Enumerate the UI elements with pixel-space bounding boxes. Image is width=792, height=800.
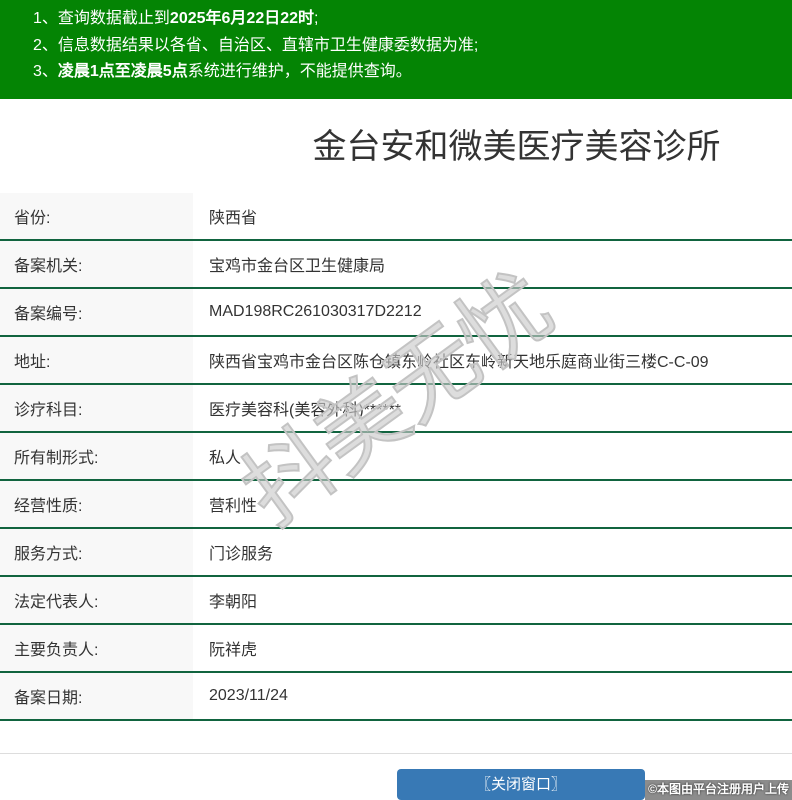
notice-text: 凌晨1点至凌晨5点 [57,63,188,80]
field-label: 经营性质: [0,481,193,527]
table-row: 所有制形式: 私人 [0,433,792,481]
field-value: 营利性 [209,498,258,515]
field-label: 备案编号: [0,289,193,335]
table-row: 地址: 陕西省宝鸡市金台区陈仓镇东岭社区东岭新天地乐庭商业街三楼C-C-09 [0,337,792,385]
field-value: 2023/11/24 [209,687,288,704]
field-value: 门诊服务 [209,546,274,563]
notice-marker: 3、 [33,63,58,80]
notice-text: 信息数据结果以各省、自治区、直辖市卫生健康委数据为准; [57,36,479,54]
table-row: 备案机关: 宝鸡市金台区卫生健康局 [0,241,792,289]
field-label: 备案机关: [0,241,193,287]
field-label: 备案日期: [0,673,193,719]
table-row: 经营性质: 营利性 [0,481,792,529]
field-label: 主要负责人: [0,625,193,671]
notice-text: ; [314,10,319,27]
field-label: 诊疗科目: [0,385,193,431]
table-row: 备案日期: 2023/11/24 [0,673,792,721]
table-row: 主要负责人: 阮祥虎 [0,625,792,673]
notice-text: 系统进行维护，不能提供查询。 [187,63,412,80]
info-table: 省份: 陕西省 备案机关: 宝鸡市金台区卫生健康局 备案编号: MAD198RC26103… [0,193,792,721]
notice-line: 2、信息数据结果以各省、自治区、直辖市卫生健康委数据为准; [33,33,782,60]
field-label: 地址: [0,337,193,383]
notice-line: 3、凌晨1点至凌晨5点系统进行维护，不能提供查询。 [33,59,782,86]
field-value: 陕西省 [209,210,258,227]
field-value: 陕西省宝鸡市金台区陈仓镇东岭社区东岭新天地乐庭商业街三楼C-C-09 [209,354,709,371]
notice-banner: 1、查询数据截止到2025年6月22日22时; 2、信息数据结果以各省、自治区、直… [0,0,792,99]
field-label: 服务方式: [0,529,193,575]
field-label: 所有制形式: [0,433,193,479]
field-label: 法定代表人: [0,577,193,623]
upload-attribution-badge: ©本图由平台注册用户上传 [645,780,792,800]
table-row: 服务方式: 门诊服务 [0,529,792,577]
table-row: 备案编号: MAD198RC261030317D2212 [0,289,792,337]
table-row: 诊疗科目: 医疗美容科(美容外科)****** [0,385,792,433]
field-label: 省份: [0,193,193,239]
field-value: MAD198RC261030317D2212 [209,303,422,320]
field-value: 医疗美容科(美容外科)****** [209,402,402,419]
notice-text: 查询数据截止到 [57,10,170,27]
notice-marker: 1、 [33,10,58,27]
field-value: 阮祥虎 [209,642,258,659]
notice-line: 1、查询数据截止到2025年6月22日22时; [33,6,782,33]
field-value: 宝鸡市金台区卫生健康局 [209,258,386,275]
field-value: 私人 [209,450,242,467]
field-value: 李朝阳 [209,594,258,611]
notice-text: 2025年6月22日22时 [169,10,315,27]
close-window-button[interactable]: 〖关闭窗口〗 [397,769,645,800]
table-row: 省份: 陕西省 [0,193,792,241]
bottom-divider [0,753,792,754]
clinic-title: 金台安和微美医疗美容诊所 [312,128,721,166]
table-row: 法定代表人: 李朝阳 [0,577,792,625]
notice-marker: 2、 [33,36,58,54]
